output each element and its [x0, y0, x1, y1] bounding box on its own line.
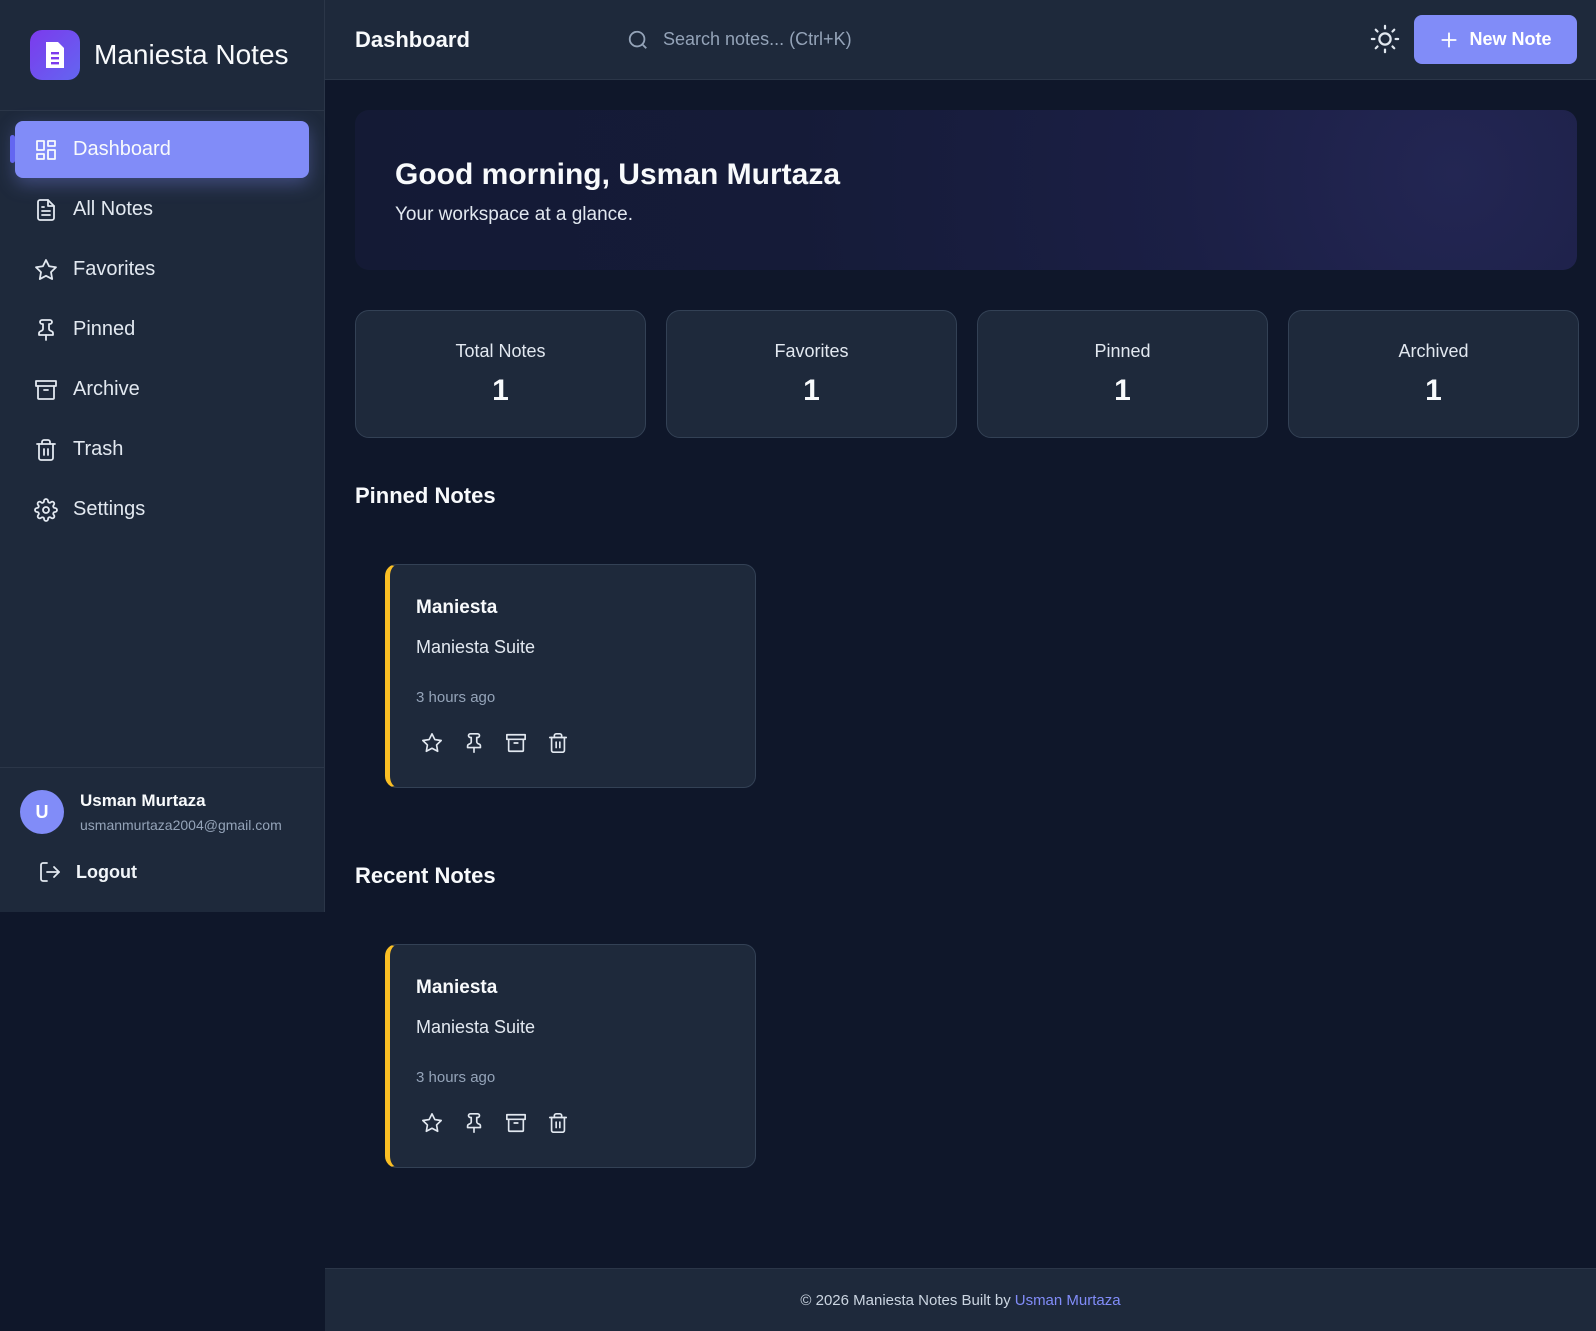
sidebar-item-label: Pinned	[73, 318, 136, 340]
star-icon[interactable]	[420, 731, 444, 755]
sidebar: Maniesta Notes Dashboard All Notes Favor…	[0, 0, 325, 912]
pinned-notes-heading: Pinned Notes	[355, 483, 496, 508]
note-timestamp: 3 hours ago	[416, 689, 496, 706]
search-input[interactable]	[663, 29, 983, 50]
document-icon	[30, 30, 80, 80]
trash-icon[interactable]	[546, 731, 570, 755]
gear-icon	[33, 497, 59, 523]
stat-card-archived: Archived 1	[1288, 310, 1579, 438]
note-body: Maniesta Suite	[416, 637, 536, 657]
archive-icon[interactable]	[504, 731, 528, 755]
stat-card-favorites: Favorites 1	[666, 310, 957, 438]
page-title: Dashboard	[355, 26, 470, 52]
user-profile: U Usman Murtaza usmanmurtaza2004@gmail.c…	[0, 767, 324, 912]
theme-toggle-button[interactable]	[1370, 24, 1400, 59]
stat-label: Total Notes	[455, 340, 546, 361]
stats-row: Total Notes 1 Favorites 1 Pinned 1 Archi…	[355, 310, 1579, 438]
sidebar-item-favorites[interactable]: Favorites	[15, 241, 309, 298]
stat-card-total-notes: Total Notes 1	[355, 310, 646, 438]
sidebar-item-dashboard[interactable]: Dashboard	[10, 121, 309, 178]
top-bar: Dashboard New Note	[325, 0, 1596, 80]
stat-card-pinned: Pinned 1	[977, 310, 1268, 438]
recent-notes-heading: Recent Notes	[355, 863, 496, 888]
note-card[interactable]: Maniesta Maniesta Suite 3 hours ago	[385, 944, 756, 1168]
stat-value: 1	[492, 373, 509, 407]
sidebar-item-pinned[interactable]: Pinned	[15, 301, 309, 358]
note-card[interactable]: Maniesta Maniesta Suite 3 hours ago	[385, 564, 756, 788]
file-text-icon	[33, 197, 59, 223]
pin-icon	[33, 317, 59, 343]
logout-button[interactable]: Logout	[20, 834, 304, 902]
archive-icon	[33, 377, 59, 403]
new-note-label: New Note	[1469, 29, 1552, 49]
note-title: Maniesta	[416, 977, 498, 998]
note-body: Maniesta Suite	[416, 1017, 536, 1037]
note-timestamp: 3 hours ago	[416, 1069, 496, 1086]
sidebar-item-label: Favorites	[73, 258, 156, 280]
search-bar	[627, 29, 983, 51]
sidebar-item-archive[interactable]: Archive	[15, 361, 309, 418]
brand-title: Maniesta Notes	[94, 39, 289, 70]
stat-value: 1	[803, 373, 820, 407]
footer-text: © 2026 Maniesta Notes Built by	[800, 1291, 1011, 1309]
sidebar-item-label: Trash	[73, 438, 124, 460]
note-actions	[420, 1111, 570, 1135]
star-icon[interactable]	[420, 1111, 444, 1135]
sun-icon	[1370, 24, 1400, 54]
note-title: Maniesta	[416, 597, 498, 618]
avatar[interactable]: U	[20, 790, 64, 834]
greeting-subtitle: Your workspace at a glance.	[395, 204, 634, 225]
pin-icon[interactable]	[462, 731, 486, 755]
stat-label: Pinned	[1094, 340, 1151, 361]
sidebar-item-all-notes[interactable]: All Notes	[15, 181, 309, 238]
brand[interactable]: Maniesta Notes	[0, 0, 324, 111]
search-icon	[628, 30, 647, 49]
sidebar-item-settings[interactable]: Settings	[15, 481, 309, 538]
star-icon	[33, 257, 59, 283]
stat-label: Archived	[1398, 340, 1469, 361]
sidebar-item-label: Dashboard	[73, 138, 171, 160]
grid-icon	[33, 137, 59, 163]
trash-icon[interactable]	[546, 1111, 570, 1135]
user-email: usmanmurtaza2004@gmail.com	[80, 817, 282, 833]
archive-icon[interactable]	[504, 1111, 528, 1135]
sidebar-item-trash[interactable]: Trash	[15, 421, 309, 478]
logout-icon	[40, 862, 60, 882]
footer: © 2026 Maniesta Notes Built by Usman Mur…	[325, 1268, 1596, 1331]
trash-icon	[33, 437, 59, 463]
sidebar-item-label: Archive	[73, 378, 140, 400]
sidebar-item-label: Settings	[73, 498, 146, 520]
sidebar-nav: Dashboard All Notes Favorites Pinned Arc…	[0, 111, 324, 548]
footer-author-link[interactable]: Usman Murtaza	[1015, 1292, 1121, 1309]
stat-label: Favorites	[774, 340, 849, 361]
welcome-banner: Good morning, Usman Murtaza Your workspa…	[355, 110, 1577, 270]
note-actions	[420, 731, 570, 755]
stat-value: 1	[1114, 373, 1131, 407]
greeting: Good morning, Usman Murtaza	[395, 158, 841, 191]
logout-label: Logout	[76, 861, 137, 882]
plus-icon	[1441, 31, 1458, 48]
main-content: Good morning, Usman Murtaza Your workspa…	[325, 80, 1596, 1268]
pin-icon[interactable]	[462, 1111, 486, 1135]
new-note-button[interactable]: New Note	[1414, 15, 1577, 64]
stat-value: 1	[1425, 373, 1442, 407]
sidebar-item-label: All Notes	[73, 198, 154, 220]
user-name: Usman Murtaza	[80, 791, 206, 810]
